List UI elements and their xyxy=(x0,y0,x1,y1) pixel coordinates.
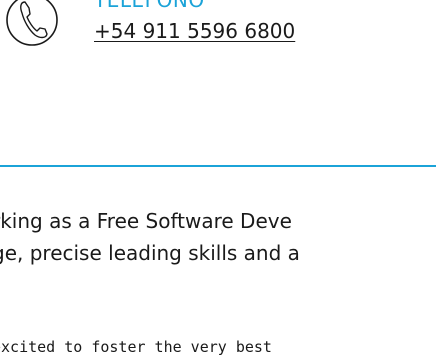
intro-line: ge, precise leading skills and a xyxy=(0,241,300,265)
section-divider xyxy=(0,165,436,167)
contact-phone-block: TELEFONO +54 911 5596 6800 xyxy=(4,0,436,56)
phone-number-link[interactable]: +54 911 5596 6800 xyxy=(94,20,295,42)
phone-handset-icon xyxy=(4,0,86,50)
contact-label: TELEFONO xyxy=(94,0,205,12)
intro-paragraph: rking as a Free Software Deve ge, precis… xyxy=(0,205,436,269)
code-text-line: excited to foster the very best xyxy=(0,338,272,356)
intro-line: rking as a Free Software Deve xyxy=(0,209,292,233)
